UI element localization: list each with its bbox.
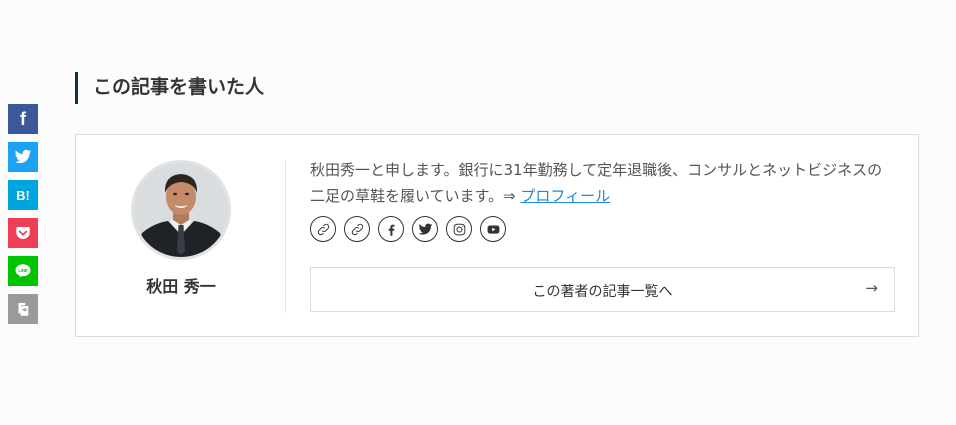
- share-facebook-button[interactable]: f: [8, 104, 38, 134]
- social-links: [310, 216, 895, 242]
- author-posts-link[interactable]: この著者の記事一覧へ →: [310, 267, 895, 312]
- share-line-button[interactable]: LINE: [8, 256, 38, 286]
- link-icon: [351, 223, 363, 235]
- instagram-icon: [453, 223, 465, 235]
- avatar: [131, 160, 231, 260]
- divider: [285, 161, 286, 313]
- youtube-icon: [487, 224, 499, 234]
- author-details: 秋田秀一と申します。銀行に31年勤務して定年退職後、コンサルとネットビジネスの二…: [310, 157, 895, 312]
- author-bio: 秋田秀一と申します。銀行に31年勤務して定年退職後、コンサルとネットビジネスの二…: [310, 157, 895, 209]
- twitter-link-button[interactable]: [412, 216, 438, 242]
- link-icon: [317, 223, 329, 235]
- author-profile: 秋田 秀一: [76, 135, 286, 336]
- share-copy-button[interactable]: [8, 294, 38, 324]
- website-link-button-2[interactable]: [344, 216, 370, 242]
- avatar-image: [134, 163, 228, 257]
- share-pocket-button[interactable]: [8, 218, 38, 248]
- hatena-bookmark-icon: B!: [16, 187, 30, 203]
- instagram-link-button[interactable]: [446, 216, 472, 242]
- author-posts-link-label: この著者の記事一覧へ: [532, 284, 673, 300]
- line-icon-label: LINE: [18, 268, 28, 273]
- share-hatena-button[interactable]: B!: [8, 180, 38, 210]
- twitter-icon: [418, 223, 432, 235]
- facebook-icon: [388, 224, 394, 236]
- pocket-icon: [16, 227, 30, 239]
- section-title: この記事を書いた人: [75, 72, 264, 104]
- copy-icon: [18, 303, 29, 316]
- author-box: 秋田 秀一 秋田秀一と申します。銀行に31年勤務して定年退職後、コンサルとネット…: [75, 134, 919, 337]
- share-twitter-button[interactable]: [8, 142, 38, 172]
- twitter-icon: [14, 149, 32, 164]
- youtube-link-button[interactable]: [480, 216, 506, 242]
- facebook-link-button[interactable]: [378, 216, 404, 242]
- share-bar: f B! LINE: [8, 104, 38, 332]
- facebook-icon: f: [20, 108, 26, 129]
- author-name: 秋田 秀一: [146, 277, 216, 296]
- line-icon: LINE: [15, 264, 31, 278]
- website-link-button[interactable]: [310, 216, 336, 242]
- arrow-right-icon: →: [865, 279, 878, 297]
- profile-link[interactable]: プロフィール: [520, 187, 610, 205]
